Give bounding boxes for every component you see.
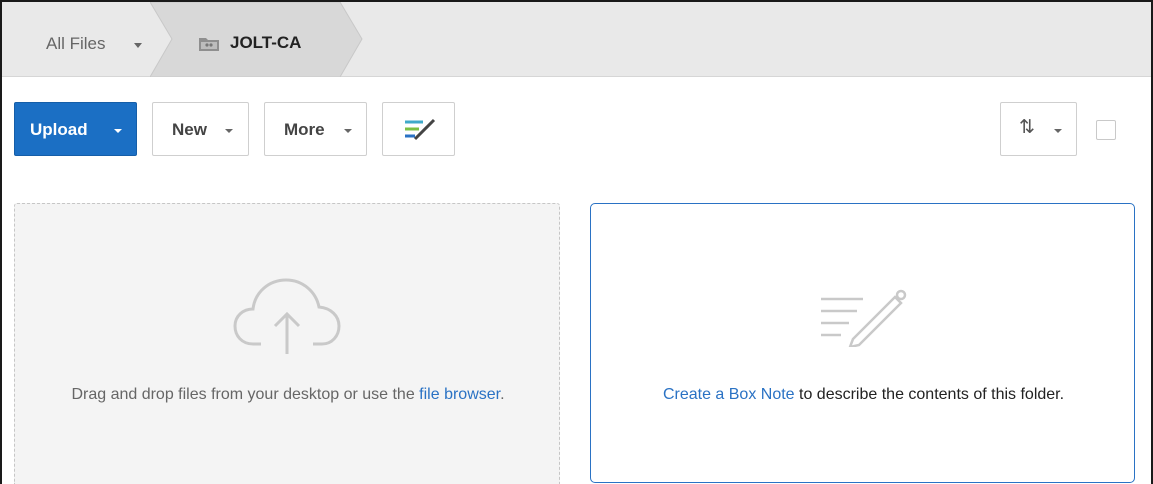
drop-zone-text-after: .: [500, 386, 505, 403]
more-button-label: More: [284, 120, 325, 139]
sort-button[interactable]: ⇅: [1000, 102, 1077, 156]
breadcrumb-current-folder[interactable]: JOLT-CA: [150, 2, 365, 77]
note-pencil-icon: [821, 289, 907, 347]
breadcrumb: All Files JOLT-CA: [2, 2, 1151, 77]
cloud-upload-icon: [233, 278, 341, 354]
breadcrumb-current-label: JOLT-CA: [230, 33, 302, 52]
breadcrumb-all-files-label: All Files: [46, 34, 106, 53]
box-note-panel[interactable]: Create a Box Note to describe the conten…: [590, 203, 1135, 483]
drop-zone-text: Drag and drop files from your desktop or…: [15, 384, 561, 406]
file-browser-link[interactable]: file browser: [419, 386, 500, 403]
drop-zone-panel[interactable]: Drag and drop files from your desktop or…: [14, 203, 560, 484]
chevron-down-icon: [114, 129, 122, 133]
shared-folder-icon: [199, 38, 219, 51]
chevron-down-icon: [1054, 129, 1062, 133]
upload-button-label: Upload: [30, 120, 88, 139]
chevron-down-icon: [344, 129, 352, 133]
new-button-label: New: [172, 120, 207, 139]
chevron-down-icon: [134, 43, 142, 48]
chevron-down-icon: [225, 129, 233, 133]
sort-arrows-icon: ⇅: [1019, 117, 1035, 138]
box-note-text-after: to describe the contents of this folder.: [794, 386, 1065, 403]
upload-button[interactable]: Upload: [14, 102, 137, 156]
box-note-text: Create a Box Note to describe the conten…: [591, 384, 1136, 406]
more-button[interactable]: More: [264, 102, 367, 156]
box-notes-button[interactable]: [382, 102, 455, 156]
box-notes-icon: [405, 118, 436, 141]
select-all-checkbox[interactable]: [1096, 120, 1116, 140]
create-box-note-link[interactable]: Create a Box Note: [663, 386, 795, 403]
new-button[interactable]: New: [152, 102, 249, 156]
drop-zone-text-before: Drag and drop files from your desktop or…: [71, 386, 420, 403]
breadcrumb-all-files[interactable]: All Files: [2, 2, 172, 77]
